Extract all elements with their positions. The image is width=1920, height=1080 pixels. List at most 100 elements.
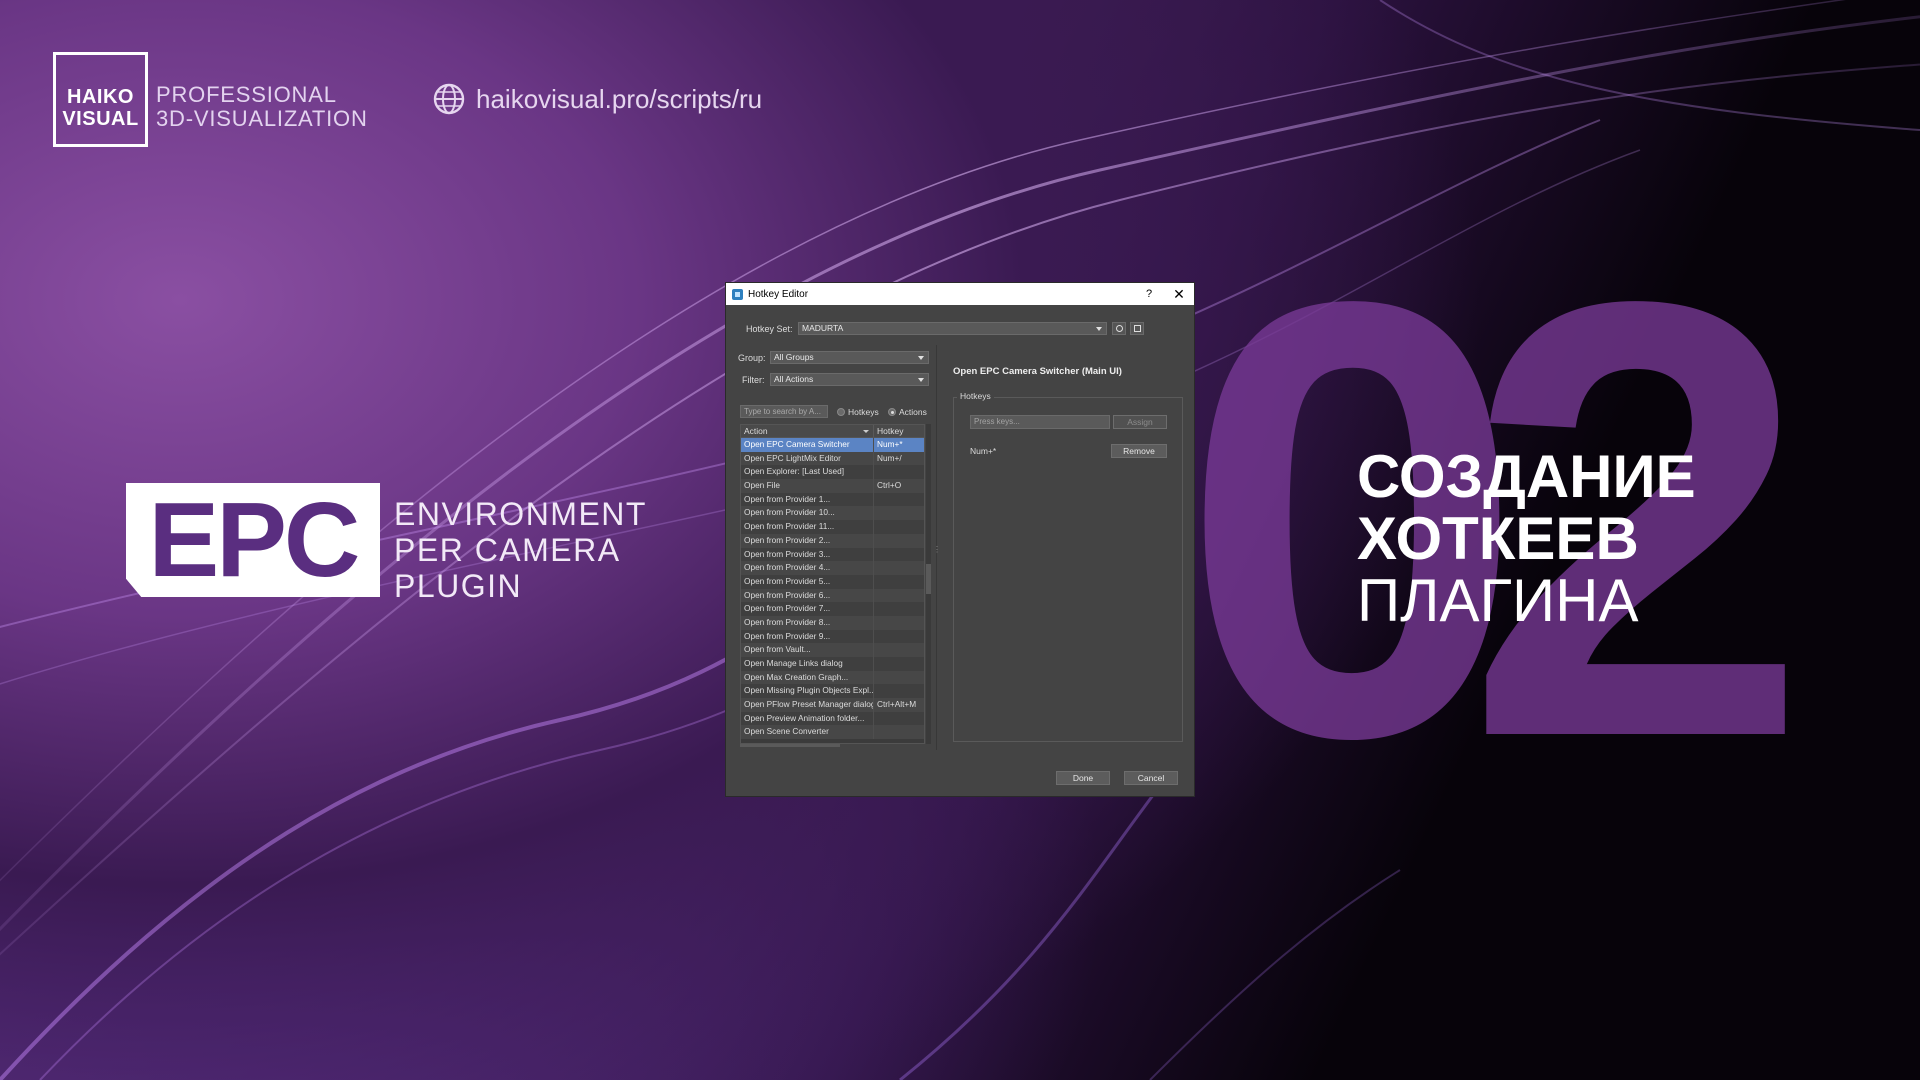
cancel-button[interactable]: Cancel bbox=[1124, 771, 1178, 785]
row-action-name: Open from Provider 4... bbox=[741, 561, 874, 575]
product-name-line2: PER CAMERA bbox=[394, 532, 621, 568]
action-search-input[interactable]: Type to search by A... bbox=[740, 405, 828, 418]
brand-url-text: haikovisual.pro/scripts/ru bbox=[476, 83, 763, 114]
row-action-name: Open from Provider 6... bbox=[741, 588, 874, 603]
row-hotkey bbox=[874, 520, 877, 534]
brand-box-line1: HAIKO bbox=[67, 86, 134, 108]
table-row[interactable]: Open from Provider 1... bbox=[741, 492, 924, 507]
epc-logo: EPC bbox=[126, 483, 380, 597]
row-hotkey bbox=[874, 506, 877, 520]
table-row[interactable]: Open Max Creation Graph... bbox=[741, 670, 924, 685]
save-icon bbox=[1134, 325, 1141, 332]
table-row[interactable]: Open Scene Converter bbox=[741, 725, 924, 740]
table-row[interactable]: Open Explorer: [Last Used] bbox=[741, 465, 924, 480]
globe-icon bbox=[433, 83, 465, 115]
filter-dropdown[interactable]: All Actions bbox=[770, 373, 929, 386]
table-row[interactable]: Open EPC Camera Switcher Num+* bbox=[741, 438, 924, 452]
row-hotkey bbox=[874, 534, 877, 548]
row-hotkey bbox=[874, 602, 877, 616]
radio-actions[interactable]: Actions bbox=[888, 407, 927, 417]
product-name-line3: PLUGIN bbox=[394, 568, 523, 604]
row-action-name: Open Preview Animation folder... bbox=[741, 711, 874, 726]
brand-tagline-line1: PROFESSIONAL bbox=[156, 82, 337, 107]
row-hotkey bbox=[874, 630, 877, 644]
table-row[interactable]: Open from Provider 9... bbox=[741, 629, 924, 644]
dialog-title: Hotkey Editor bbox=[748, 288, 809, 300]
row-hotkey bbox=[874, 712, 877, 726]
row-action-name: Open from Provider 9... bbox=[741, 629, 874, 644]
group-dropdown[interactable]: All Groups bbox=[770, 351, 929, 364]
table-row[interactable]: Open from Provider 11... bbox=[741, 520, 924, 534]
episode-heading-line1: СОЗДАНИЕ bbox=[1357, 443, 1696, 510]
episode-heading-line3: ПЛАГИНА bbox=[1357, 567, 1639, 634]
brand-tagline-line2: 3D-VISUALIZATION bbox=[156, 106, 368, 131]
brand-tagline: PROFESSIONAL 3D-VISUALIZATION bbox=[156, 83, 368, 131]
row-action-name: Open File bbox=[741, 479, 874, 493]
column-header-action[interactable]: Action bbox=[741, 425, 874, 437]
episode-heading: СОЗДАНИЕ ХОТКЕЕВ ПЛАГИНА bbox=[1357, 446, 1696, 632]
brand-box-line2: VISUAL bbox=[62, 108, 139, 130]
list-scrollbar[interactable] bbox=[926, 424, 931, 744]
row-hotkey bbox=[874, 643, 877, 657]
list-body: Open EPC Camera Switcher Num+* Open EPC Li… bbox=[741, 438, 924, 740]
row-action-name: Open PFlow Preset Manager dialog bbox=[741, 698, 874, 712]
product-name: ENVIRONMENT PER CAMERA PLUGIN bbox=[394, 496, 647, 604]
radio-hotkeys[interactable]: Hotkeys bbox=[837, 407, 879, 417]
table-row[interactable]: Open Manage Links dialog bbox=[741, 657, 924, 671]
done-button[interactable]: Done bbox=[1056, 771, 1110, 785]
hotkeys-group-label: Hotkeys bbox=[957, 391, 994, 401]
row-hotkey bbox=[874, 561, 877, 575]
row-hotkey: Num+* bbox=[877, 439, 903, 449]
scrollbar-thumb[interactable] bbox=[926, 564, 931, 594]
list-horizontal-scrollbar[interactable] bbox=[740, 744, 840, 747]
table-row[interactable]: Open from Provider 6... bbox=[741, 588, 924, 603]
table-row[interactable]: Open File Ctrl+O bbox=[741, 479, 924, 493]
row-hotkey bbox=[874, 493, 877, 507]
splitter-grip-icon[interactable]: ⋮ bbox=[933, 545, 941, 555]
hotkey-editor-dialog: Hotkey Editor ? ✕ Hotkey Set: MADURTA Gr… bbox=[725, 282, 1195, 797]
haiko-visual-logo: HAIKO VISUAL bbox=[53, 52, 148, 147]
load-hotkey-set-button[interactable] bbox=[1112, 322, 1126, 335]
table-row[interactable]: Open from Provider 3... bbox=[741, 547, 924, 562]
list-header: Action Hotkey bbox=[741, 425, 924, 438]
row-action-name: Open Max Creation Graph... bbox=[741, 670, 874, 685]
row-action-name: Open Manage Links dialog bbox=[741, 657, 874, 671]
table-row[interactable]: Open from Provider 10... bbox=[741, 506, 924, 521]
assign-button[interactable]: Assign bbox=[1113, 415, 1167, 429]
save-hotkey-set-button[interactable] bbox=[1130, 322, 1144, 335]
row-hotkey bbox=[874, 657, 877, 671]
row-action-name: Open from Provider 8... bbox=[741, 615, 874, 630]
table-row[interactable]: Open Preview Animation folder... bbox=[741, 711, 924, 726]
table-row[interactable]: Open from Provider 4... bbox=[741, 561, 924, 575]
radio-actions-label: Actions bbox=[899, 407, 927, 417]
row-action-name: Open from Provider 10... bbox=[741, 506, 874, 521]
row-action-name: Open from Provider 1... bbox=[741, 492, 874, 507]
table-row[interactable]: Open EPC LightMix Editor Num+/ bbox=[741, 451, 924, 466]
brand-url: haikovisual.pro/scripts/ru bbox=[432, 82, 762, 116]
table-row[interactable]: Open from Provider 8... bbox=[741, 615, 924, 630]
hotkey-set-dropdown[interactable]: MADURTA bbox=[798, 322, 1107, 335]
row-action-name: Open Missing Plugin Objects Expl... bbox=[741, 684, 874, 699]
row-action-name: Open from Provider 2... bbox=[741, 533, 874, 548]
row-action-name: Open from Provider 3... bbox=[741, 547, 874, 562]
table-row[interactable]: Open Missing Plugin Objects Expl... bbox=[741, 684, 924, 699]
table-row[interactable]: Open PFlow Preset Manager dialog Ctrl+Alt… bbox=[741, 698, 924, 712]
product-name-line1: ENVIRONMENT bbox=[394, 496, 647, 532]
help-button[interactable]: ? bbox=[1134, 288, 1164, 300]
dialog-titlebar[interactable]: Hotkey Editor ? ✕ bbox=[726, 283, 1194, 305]
radio-actions-dot bbox=[888, 408, 896, 416]
row-hotkey bbox=[874, 671, 877, 685]
row-hotkey bbox=[874, 575, 877, 589]
episode-heading-line2: ХОТКЕЕВ bbox=[1357, 505, 1639, 572]
table-row[interactable]: Open from Provider 7... bbox=[741, 602, 924, 616]
selected-action-title: Open EPC Camera Switcher (Main UI) bbox=[953, 366, 1122, 377]
filter-label: Filter: bbox=[742, 375, 765, 385]
table-row[interactable]: Open from Vault... bbox=[741, 643, 924, 657]
table-row[interactable]: Open from Provider 5... bbox=[741, 574, 924, 589]
close-button[interactable]: ✕ bbox=[1164, 286, 1194, 303]
table-row[interactable]: Open from Provider 2... bbox=[741, 533, 924, 548]
press-keys-input[interactable]: Press keys... bbox=[970, 415, 1110, 429]
column-header-hotkey[interactable]: Hotkey bbox=[874, 425, 903, 437]
remove-button[interactable]: Remove bbox=[1111, 444, 1167, 458]
assigned-hotkey[interactable]: Num+* bbox=[970, 446, 996, 456]
